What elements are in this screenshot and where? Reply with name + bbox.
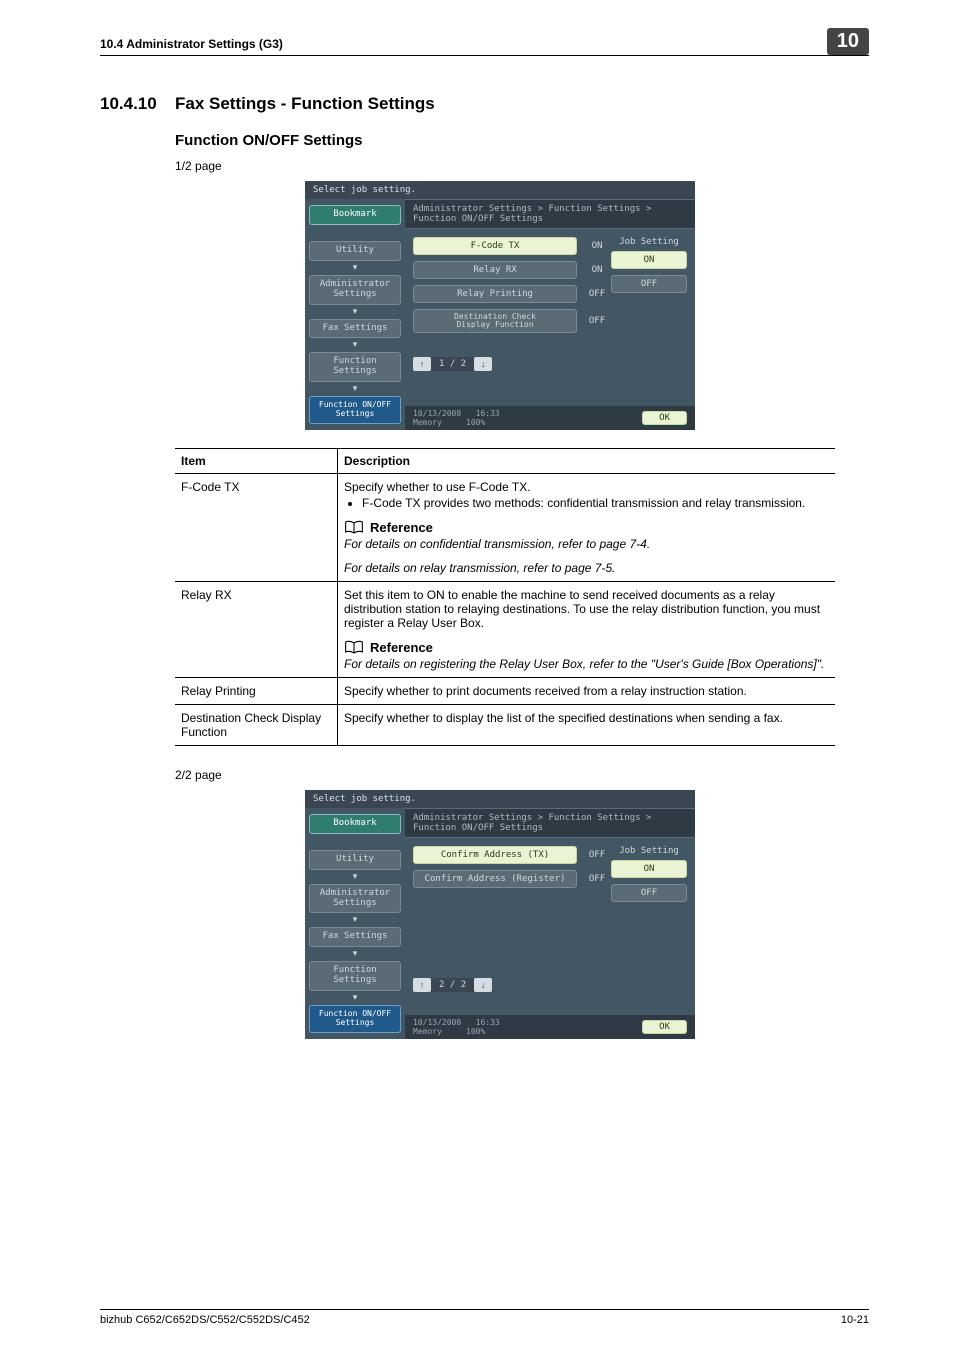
chevron-down-icon: ▾	[309, 384, 401, 392]
setting-relay-rx[interactable]: Relay RX	[413, 261, 577, 279]
nav-fax[interactable]: Fax Settings	[309, 927, 401, 947]
job-setting-panel: Job Setting ON OFF	[611, 237, 687, 299]
description-table: ItemDescription F-Code TX Specify whethe…	[175, 448, 835, 746]
item-desc: Specify whether to print documents recei…	[338, 677, 836, 704]
book-icon	[344, 520, 364, 534]
section-number: 10.4.10	[100, 94, 175, 114]
item-name: F-Code TX	[175, 473, 338, 581]
job-setting-panel: Job Setting ON OFF	[611, 846, 687, 908]
running-header: 10.4 Administrator Settings (G3) 10	[100, 0, 869, 56]
footer-model: bizhub C652/C652DS/C552/C552DS/C452	[100, 1314, 310, 1326]
page-note-2: 2/2 page	[175, 768, 869, 782]
nav-function[interactable]: Function Settings	[309, 961, 401, 991]
nav-utility[interactable]: Utility	[309, 850, 401, 870]
page-down-button[interactable]: ↓	[474, 357, 492, 371]
setting-value: OFF	[577, 316, 617, 326]
shot-titlebar: Select job setting.	[305, 790, 695, 808]
book-icon	[344, 640, 364, 654]
th-desc: Description	[338, 448, 836, 473]
page-up-button[interactable]: ↑	[413, 978, 431, 992]
footer-page: 10-21	[841, 1314, 869, 1326]
setting-relay-printing[interactable]: Relay Printing	[413, 285, 577, 303]
nav-function[interactable]: Function Settings	[309, 352, 401, 382]
breadcrumb-nav: Bookmark Utility ▾ Administrator Setting…	[305, 808, 405, 1039]
bookmark-button[interactable]: Bookmark	[309, 205, 401, 225]
nav-admin[interactable]: Administrator Settings	[309, 884, 401, 914]
shot-statusbar: 10/13/2008 16:33Memory 100% OK	[405, 406, 695, 430]
ok-button[interactable]: OK	[642, 1020, 687, 1034]
table-row: Relay RX Set this item to ON to enable t…	[175, 581, 835, 677]
page-down-button[interactable]: ↓	[474, 978, 492, 992]
nav-function-onoff[interactable]: Function ON/OFF Settings	[309, 396, 401, 424]
pager: ↑ 1 / 2 ↓	[413, 357, 687, 371]
ok-button[interactable]: OK	[642, 411, 687, 425]
job-setting-label: Job Setting	[611, 237, 687, 247]
item-name: Destination Check Display Function	[175, 704, 338, 745]
shot-titlebar: Select job setting.	[305, 181, 695, 199]
setting-confirm-addr-reg[interactable]: Confirm Address (Register)	[413, 870, 577, 888]
off-button[interactable]: OFF	[611, 884, 687, 902]
section-title: Fax Settings - Function Settings	[175, 94, 435, 113]
chevron-down-icon: ▾	[309, 915, 401, 923]
item-name: Relay Printing	[175, 677, 338, 704]
breadcrumb-path: Administrator Settings > Function Settin…	[405, 199, 695, 229]
chapter-chip: 10	[827, 28, 869, 55]
nav-function-onoff[interactable]: Function ON/OFF Settings	[309, 1005, 401, 1033]
off-button[interactable]: OFF	[611, 275, 687, 293]
chevron-down-icon: ▾	[309, 872, 401, 880]
th-item: Item	[175, 448, 338, 473]
nav-fax[interactable]: Fax Settings	[309, 319, 401, 339]
item-desc: Specify whether to use F-Code TX. F-Code…	[338, 473, 836, 581]
on-button[interactable]: ON	[611, 860, 687, 878]
on-button[interactable]: ON	[611, 251, 687, 269]
table-row: Destination Check Display Function Speci…	[175, 704, 835, 745]
table-row: F-Code TX Specify whether to use F-Code …	[175, 473, 835, 581]
nav-admin[interactable]: Administrator Settings	[309, 275, 401, 305]
breadcrumb-path: Administrator Settings > Function Settin…	[405, 808, 695, 838]
setting-row[interactable]: Destination Check Display FunctionOFF	[413, 309, 687, 333]
nav-utility[interactable]: Utility	[309, 241, 401, 261]
table-row: Relay Printing Specify whether to print …	[175, 677, 835, 704]
page-indicator: 1 / 2	[431, 357, 474, 371]
chevron-down-icon: ▾	[309, 993, 401, 1001]
chevron-down-icon: ▾	[309, 307, 401, 315]
breadcrumb-nav: Bookmark Utility ▾ Administrator Setting…	[305, 199, 405, 430]
bookmark-button[interactable]: Bookmark	[309, 814, 401, 834]
setting-dest-check[interactable]: Destination Check Display Function	[413, 309, 577, 333]
heading-2: Function ON/OFF Settings	[175, 132, 869, 149]
heading-1: 10.4.10Fax Settings - Function Settings	[100, 94, 869, 114]
screenshot-1: Select job setting. Bookmark Utility ▾ A…	[305, 181, 695, 430]
chevron-down-icon: ▾	[309, 340, 401, 348]
item-desc: Set this item to ON to enable the machin…	[338, 581, 836, 677]
setting-confirm-addr-tx[interactable]: Confirm Address (TX)	[413, 846, 577, 864]
page-up-button[interactable]: ↑	[413, 357, 431, 371]
pager: ↑ 2 / 2 ↓	[413, 978, 687, 992]
chevron-down-icon: ▾	[309, 263, 401, 271]
page-footer: bizhub C652/C652DS/C552/C552DS/C452 10-2…	[100, 1309, 869, 1326]
header-section: 10.4 Administrator Settings (G3)	[100, 37, 283, 55]
screenshot-2: Select job setting. Bookmark Utility ▾ A…	[305, 790, 695, 1039]
job-setting-label: Job Setting	[611, 846, 687, 856]
page-indicator: 2 / 2	[431, 978, 474, 992]
item-desc: Specify whether to display the list of t…	[338, 704, 836, 745]
item-name: Relay RX	[175, 581, 338, 677]
shot-statusbar: 10/13/2008 16:33Memory 100% OK	[405, 1015, 695, 1039]
chevron-down-icon: ▾	[309, 949, 401, 957]
page-note-1: 1/2 page	[175, 159, 869, 173]
setting-fcode-tx[interactable]: F-Code TX	[413, 237, 577, 255]
